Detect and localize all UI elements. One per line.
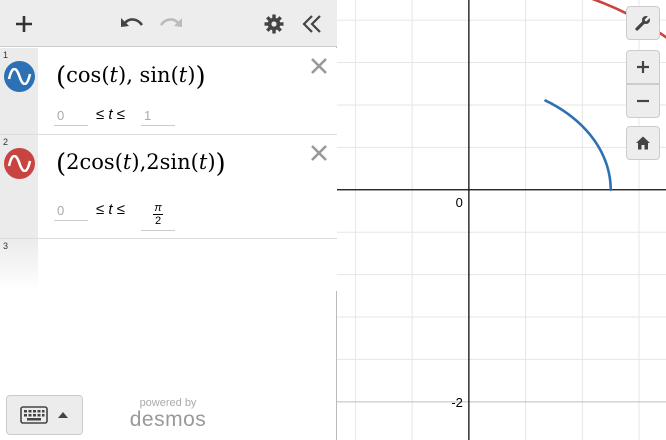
coefficient: 2: [66, 150, 80, 174]
collapse-panel-button[interactable]: [297, 9, 327, 39]
redo-icon: [159, 18, 182, 27]
desmos-logo: desmos: [129, 408, 207, 431]
expression-toolbar: [0, 0, 337, 47]
empty-expression-row[interactable]: 3: [0, 239, 337, 291]
graph-settings-button[interactable]: [626, 6, 660, 40]
function-name: sin: [159, 150, 191, 174]
keyboard-toggle-button[interactable]: [6, 395, 83, 435]
expression-number: 1: [3, 50, 9, 60]
expression-math[interactable]: (2cos(t),2sin(t)): [56, 149, 226, 179]
range-min-input[interactable]: 0: [54, 106, 88, 126]
graph-svg[interactable]: 022-2: [337, 0, 666, 440]
parametric-curve: [544, 99, 612, 192]
minor-gridlines: [337, 0, 666, 440]
function-name: cos: [66, 63, 102, 87]
close-icon: [311, 58, 327, 74]
double-chevron-left-icon: [302, 15, 321, 33]
delete-expression-button[interactable]: [309, 143, 329, 163]
function-name: cos: [79, 150, 115, 174]
expression-gutter: 3: [0, 239, 38, 291]
settings-button[interactable]: [259, 9, 289, 39]
expression-math[interactable]: (cos(t), sin(t)): [56, 62, 206, 92]
plus-icon: [16, 16, 32, 32]
expression-number: 3: [3, 241, 9, 251]
keyboard-icon: [20, 406, 48, 424]
fraction-numerator: π: [153, 202, 163, 215]
tick-label: -2: [451, 395, 463, 410]
range-max-input[interactable]: 1: [141, 106, 175, 126]
parametric-curve-icon[interactable]: [4, 148, 35, 179]
fraction-denominator: 2: [154, 215, 162, 227]
wrench-icon: [635, 14, 652, 31]
graph-canvas[interactable]: 022-2: [337, 0, 666, 440]
gear-icon: [264, 14, 284, 34]
caret-up-icon: [58, 412, 68, 418]
math-variable: t: [198, 150, 208, 174]
math-variable: t: [109, 63, 118, 87]
math-variable: t: [178, 63, 188, 87]
zoom-out-button[interactable]: [626, 84, 660, 118]
expression-panel: 1 (cos(t), sin(t)) 0 ≤ t ≤ 1 2 (2cos(t),…: [0, 0, 337, 440]
expression-gutter: 2: [0, 135, 38, 238]
close-icon: [311, 145, 327, 161]
minus-icon: [637, 99, 649, 103]
undo-icon: [121, 18, 144, 27]
function-name: sin: [139, 63, 171, 87]
tick-label: 0: [456, 195, 463, 210]
expression-gutter: 1: [0, 48, 38, 134]
coefficient: 2: [146, 150, 160, 174]
redo-button[interactable]: [156, 9, 186, 39]
undo-button[interactable]: [117, 9, 147, 39]
desmos-branding: powered by desmos: [128, 397, 208, 431]
plus-icon: [637, 61, 649, 73]
range-text: ≤ t ≤: [96, 201, 125, 218]
zoom-in-button[interactable]: [626, 50, 660, 84]
range-min-input[interactable]: 0: [54, 201, 88, 221]
add-expression-button[interactable]: [9, 9, 39, 39]
expression-row[interactable]: 1 (cos(t), sin(t)) 0 ≤ t ≤ 1: [0, 48, 337, 135]
math-variable: t: [122, 150, 132, 174]
parametric-curve-icon[interactable]: [4, 61, 35, 92]
default-viewport-button[interactable]: [626, 126, 660, 160]
delete-expression-button[interactable]: [309, 56, 329, 76]
home-icon: [636, 136, 650, 150]
expression-number: 2: [3, 137, 9, 147]
major-gridlines: [337, 0, 666, 440]
axes: [337, 0, 666, 440]
expression-row[interactable]: 2 (2cos(t),2sin(t)) 0 ≤ t ≤ π 2: [0, 135, 337, 239]
range-max-input[interactable]: π 2: [141, 201, 175, 231]
range-text: ≤ t ≤: [96, 106, 125, 123]
